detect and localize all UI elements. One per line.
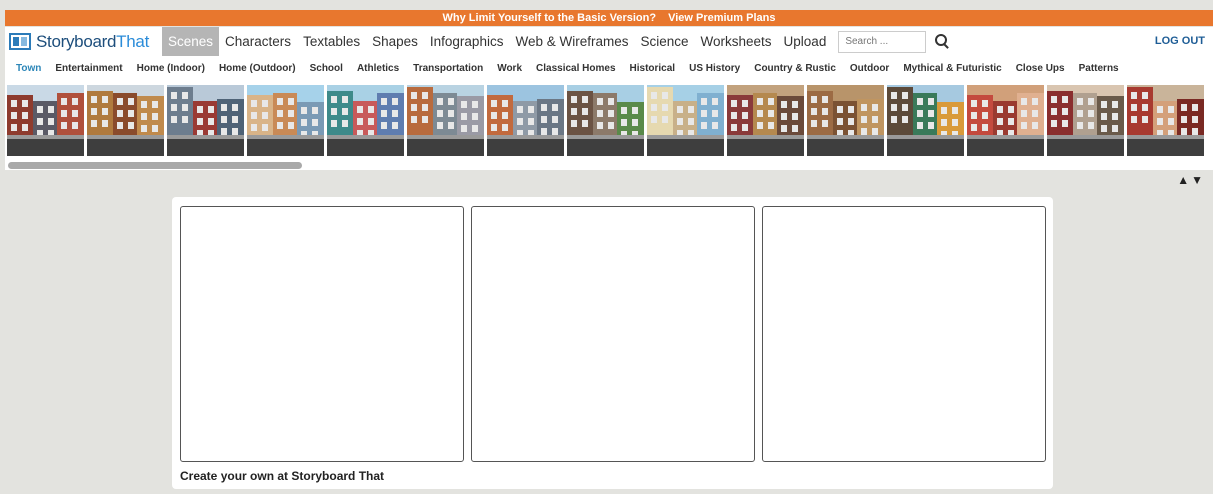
logo-name: Storyboard <box>36 31 117 51</box>
logout-button[interactable]: LOG OUT <box>1155 35 1205 47</box>
storyboard-cell-3[interactable] <box>762 206 1046 462</box>
nav-worksheets[interactable]: Worksheets <box>695 27 778 56</box>
scene-thumbnail-town-brownstones[interactable] <box>87 85 164 156</box>
nav-science[interactable]: Science <box>634 27 694 56</box>
tab-classical-homes[interactable]: Classical Homes <box>536 63 616 74</box>
scene-thumbnail-town-main-street[interactable] <box>247 85 324 156</box>
storyboard-cell-1[interactable] <box>180 206 464 462</box>
nav-textables[interactable]: Textables <box>297 27 366 56</box>
tab-home-outdoor[interactable]: Home (Outdoor) <box>219 63 296 74</box>
tab-school[interactable]: School <box>310 63 343 74</box>
storyboardthat-logo[interactable]: StoryboardThat <box>9 27 149 56</box>
banner-promo-text: Why Limit Yourself to the Basic Version? <box>442 12 657 24</box>
tab-outdoor[interactable]: Outdoor <box>850 63 889 74</box>
logo-name-accent: That <box>116 31 149 51</box>
scene-thumbnail-town-apartments[interactable] <box>967 85 1044 156</box>
storyboard-canvas: Create your own at Storyboard That <box>172 197 1053 489</box>
tab-home-indoor[interactable]: Home (Indoor) <box>137 63 205 74</box>
tab-country-rustic[interactable]: Country & Rustic <box>754 63 836 74</box>
tab-close-ups[interactable]: Close Ups <box>1016 63 1065 74</box>
scene-thumbnail-town-street-corner[interactable] <box>727 85 804 156</box>
nav-upload[interactable]: Upload <box>778 27 833 56</box>
tab-patterns[interactable]: Patterns <box>1079 63 1119 74</box>
scene-thumbnail-town-downtown[interactable] <box>167 85 244 156</box>
nav-web-wireframes[interactable]: Web & Wireframes <box>509 27 634 56</box>
scene-thumbnail-town-skyline[interactable] <box>487 85 564 156</box>
scene-thumbnail-strip <box>5 80 1213 170</box>
logo-text: StoryboardThat <box>36 32 149 52</box>
tab-historical[interactable]: Historical <box>630 63 676 74</box>
storyboard-cell-2[interactable] <box>471 206 755 462</box>
scene-thumbnail-town-rowhouses[interactable] <box>7 85 84 156</box>
tab-athletics[interactable]: Athletics <box>357 63 399 74</box>
nav-infographics[interactable]: Infographics <box>424 27 510 56</box>
scene-thumbnail-town-crosswalk[interactable] <box>647 85 724 156</box>
search-icon[interactable] <box>934 33 952 51</box>
tab-entertainment[interactable]: Entertainment <box>55 63 122 74</box>
top-navigation: StoryboardThat Scenes Characters Textables… <box>5 27 1213 56</box>
storyboard-footer: Create your own at Storyboard That <box>180 469 385 483</box>
horizontal-scrollbar[interactable] <box>8 162 302 169</box>
scene-thumbnail-town-storefront[interactable] <box>887 85 964 156</box>
scene-thumbnail-town-shops[interactable] <box>327 85 404 156</box>
nav-shapes[interactable]: Shapes <box>366 27 424 56</box>
scene-thumbnail-town-brick-row[interactable] <box>1127 85 1204 156</box>
scene-thumbnail-town-shopfront[interactable] <box>1047 85 1124 156</box>
search-input[interactable] <box>838 30 927 53</box>
tab-work[interactable]: Work <box>497 63 522 74</box>
nav-links: Scenes Characters Textables Shapes Infograph… <box>162 27 832 56</box>
tab-transportation[interactable]: Transportation <box>413 63 483 74</box>
scene-thumbnail-town-square[interactable] <box>407 85 484 156</box>
scene-thumbnail-town-park[interactable] <box>567 85 644 156</box>
tab-us-history[interactable]: US History <box>689 63 740 74</box>
premium-banner[interactable]: Why Limit Yourself to the Basic Version?… <box>5 10 1213 26</box>
scene-thumbnail-town-doorway[interactable] <box>807 85 884 156</box>
nav-scenes[interactable]: Scenes <box>162 27 220 56</box>
tab-town[interactable]: Town <box>16 63 41 74</box>
nav-characters[interactable]: Characters <box>219 27 297 56</box>
collapse-expand-arrows[interactable]: ▲▼ <box>1177 173 1205 187</box>
tab-mythical-futuristic[interactable]: Mythical & Futuristic <box>903 63 1001 74</box>
scene-thumbnails <box>7 85 1204 156</box>
view-premium-plans-link[interactable]: View Premium Plans <box>668 12 775 24</box>
logo-icon <box>9 33 31 50</box>
scene-category-tabs: Town Entertainment Home (Indoor) Home (Outd… <box>5 56 1213 80</box>
